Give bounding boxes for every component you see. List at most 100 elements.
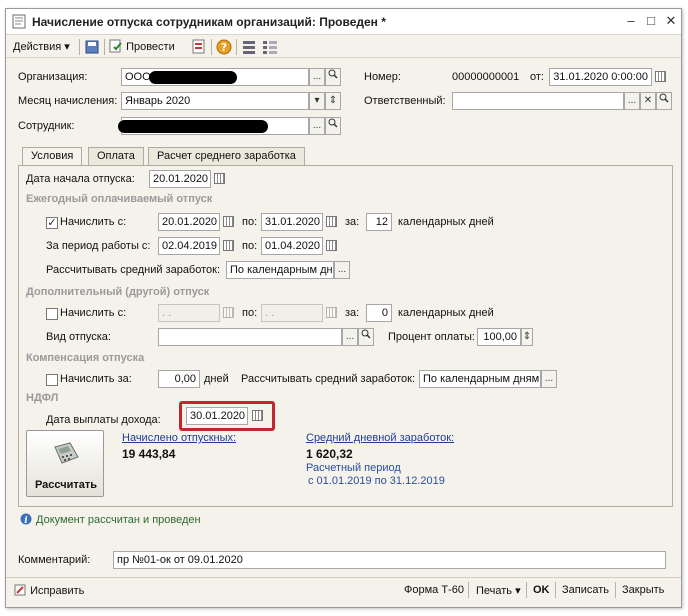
additional-accrue-checkbox[interactable] xyxy=(46,308,58,320)
vacation-type-open-button[interactable] xyxy=(358,328,374,346)
document-window: Начисление отпуска сотрудникам организац… xyxy=(5,8,682,608)
compensation-days-value: 0,00 xyxy=(174,373,196,385)
actions-menu[interactable]: Действия ▾ xyxy=(13,39,70,55)
annual-avg-select-button[interactable]: ... xyxy=(334,261,350,279)
annual-days-unit: календарных дней xyxy=(398,216,494,228)
month-field[interactable]: Январь 2020 xyxy=(121,92,309,110)
compensation-accrue-checkbox[interactable] xyxy=(46,374,58,386)
calendar-icon[interactable] xyxy=(655,71,666,82)
comment-field[interactable]: пр №01-ок от 09.01.2020 xyxy=(113,551,666,569)
work-period-to-field[interactable]: 01.04.2020 xyxy=(261,237,323,255)
avg-daily-link[interactable]: Средний дневной заработок: xyxy=(306,432,454,444)
pay-date-label: Дата выплаты дохода: xyxy=(46,414,161,426)
additional-days-unit: календарных дней xyxy=(398,307,494,319)
accrued-link[interactable]: Начислено отпускных: xyxy=(122,432,236,444)
pay-percent-stepper[interactable]: ⇕ xyxy=(521,328,533,346)
save-doc-icon[interactable] xyxy=(84,39,100,55)
compensation-avg-field[interactable]: По календарным дням xyxy=(419,370,541,388)
calendar-icon[interactable] xyxy=(223,240,234,251)
annual-accrue-checkbox[interactable]: ✓ xyxy=(46,217,58,229)
calculate-button[interactable]: Рассчитать xyxy=(26,430,104,497)
annual-days-field[interactable]: 12 xyxy=(366,213,392,231)
movements-icon[interactable] xyxy=(191,39,207,55)
save-button[interactable]: Записать xyxy=(562,584,609,596)
close-form-button[interactable]: Закрыть xyxy=(622,584,664,596)
compensation-days-field[interactable]: 0,00 xyxy=(158,370,200,388)
vacation-type-label: Вид отпуска: xyxy=(46,331,111,343)
maximize-button[interactable]: □ xyxy=(642,12,660,30)
additional-to-field[interactable]: . . xyxy=(261,304,323,322)
responsible-open-button[interactable] xyxy=(656,92,672,110)
tab-payment[interactable]: Оплата xyxy=(88,147,144,165)
org-select-button[interactable]: ... xyxy=(309,68,325,86)
calendar-icon[interactable] xyxy=(326,216,337,227)
employee-select-button[interactable]: ... xyxy=(309,117,325,135)
additional-from-field[interactable]: . . xyxy=(158,304,220,322)
ok-button[interactable]: OK xyxy=(533,584,550,596)
employee-open-button[interactable] xyxy=(325,117,341,135)
month-stepper[interactable]: ⇕ xyxy=(325,92,341,110)
toolbar-separator xyxy=(104,39,105,55)
toolbar-separator xyxy=(79,39,80,55)
compensation-avg-select-button[interactable]: ... xyxy=(541,370,557,388)
responsible-field[interactable] xyxy=(452,92,624,110)
date-from-label: от: xyxy=(530,71,544,83)
pay-percent-field[interactable]: 100,00 xyxy=(477,328,521,346)
annual-to-field[interactable]: 31.01.2020 xyxy=(261,213,323,231)
org-open-button[interactable] xyxy=(325,68,341,86)
annual-from-field[interactable]: 20.01.2020 xyxy=(158,213,220,231)
work-period-from-value: 02.04.2019 xyxy=(162,240,218,252)
form-t60-button[interactable]: Форма Т-60 xyxy=(404,584,464,596)
close-button[interactable]: ✕ xyxy=(662,12,680,30)
structure-icon[interactable] xyxy=(262,39,278,55)
annual-avg-field[interactable]: По календарным дня xyxy=(226,261,334,279)
work-period-to-value: 01.04.2020 xyxy=(265,240,321,252)
calendar-icon[interactable] xyxy=(326,240,337,251)
redaction-bar xyxy=(149,71,237,84)
number-value: 00000000001 xyxy=(452,71,520,83)
comment-value: пр №01-ок от 09.01.2020 xyxy=(117,554,243,566)
month-value: Январь 2020 xyxy=(125,95,191,107)
vacation-start-field[interactable]: 20.01.2020 xyxy=(149,170,211,188)
responsible-clear-button[interactable]: ✕ xyxy=(640,92,656,110)
annual-for-label: за: xyxy=(345,216,360,228)
vacation-type-select-button[interactable]: ... xyxy=(342,328,358,346)
search-icon xyxy=(361,329,371,339)
calendar-icon[interactable] xyxy=(252,410,263,421)
calendar-icon[interactable] xyxy=(223,216,234,227)
info-icon: i xyxy=(20,513,32,525)
list-view-icon[interactable] xyxy=(241,39,257,55)
doc-date-field[interactable]: 31.01.2020 0:00:00 xyxy=(549,68,652,86)
title-bar: Начисление отпуска сотрудникам организац… xyxy=(6,9,681,35)
fix-button[interactable]: Исправить xyxy=(14,584,84,597)
print-button[interactable]: Печать ▾ xyxy=(476,584,521,597)
search-icon xyxy=(328,69,338,79)
vacation-type-field[interactable] xyxy=(158,328,342,346)
tab-conditions[interactable]: Условия xyxy=(22,147,83,166)
work-period-to-label: по: xyxy=(242,240,258,252)
minimize-button[interactable]: – xyxy=(622,12,640,30)
accrued-value: 19 443,84 xyxy=(122,447,176,461)
annual-avg-label: Рассчитывать средний заработок: xyxy=(46,264,221,276)
calendar-icon[interactable] xyxy=(214,173,225,184)
fix-label: Исправить xyxy=(30,585,85,597)
calendar-icon[interactable] xyxy=(326,307,337,318)
responsible-select-button[interactable]: ... xyxy=(624,92,640,110)
vacation-start-label: Дата начала отпуска: xyxy=(26,173,135,185)
compensation-avg-value: По календарным дням xyxy=(423,373,540,385)
post-button[interactable]: Провести xyxy=(109,39,175,55)
month-dropdown-button[interactable]: ▾ xyxy=(309,92,325,110)
toolbar-separator xyxy=(236,39,237,55)
pay-date-field[interactable]: 30.01.2020 xyxy=(186,407,248,425)
actions-label: Действия xyxy=(13,41,62,53)
status-message: Документ рассчитан и проведен xyxy=(36,514,201,526)
document-icon xyxy=(12,14,26,29)
help-icon[interactable]: ? xyxy=(216,39,232,55)
additional-days-field[interactable]: 0 xyxy=(366,304,392,322)
calendar-icon[interactable] xyxy=(223,307,234,318)
window-title: Начисление отпуска сотрудникам организац… xyxy=(32,15,386,29)
work-period-from-field[interactable]: 02.04.2019 xyxy=(158,237,220,255)
doc-date-value: 31.01.2020 0:00:00 xyxy=(553,71,648,83)
tab-average-earnings[interactable]: Расчет среднего заработка xyxy=(148,147,305,165)
pay-percent-label: Процент оплаты: xyxy=(388,331,475,343)
